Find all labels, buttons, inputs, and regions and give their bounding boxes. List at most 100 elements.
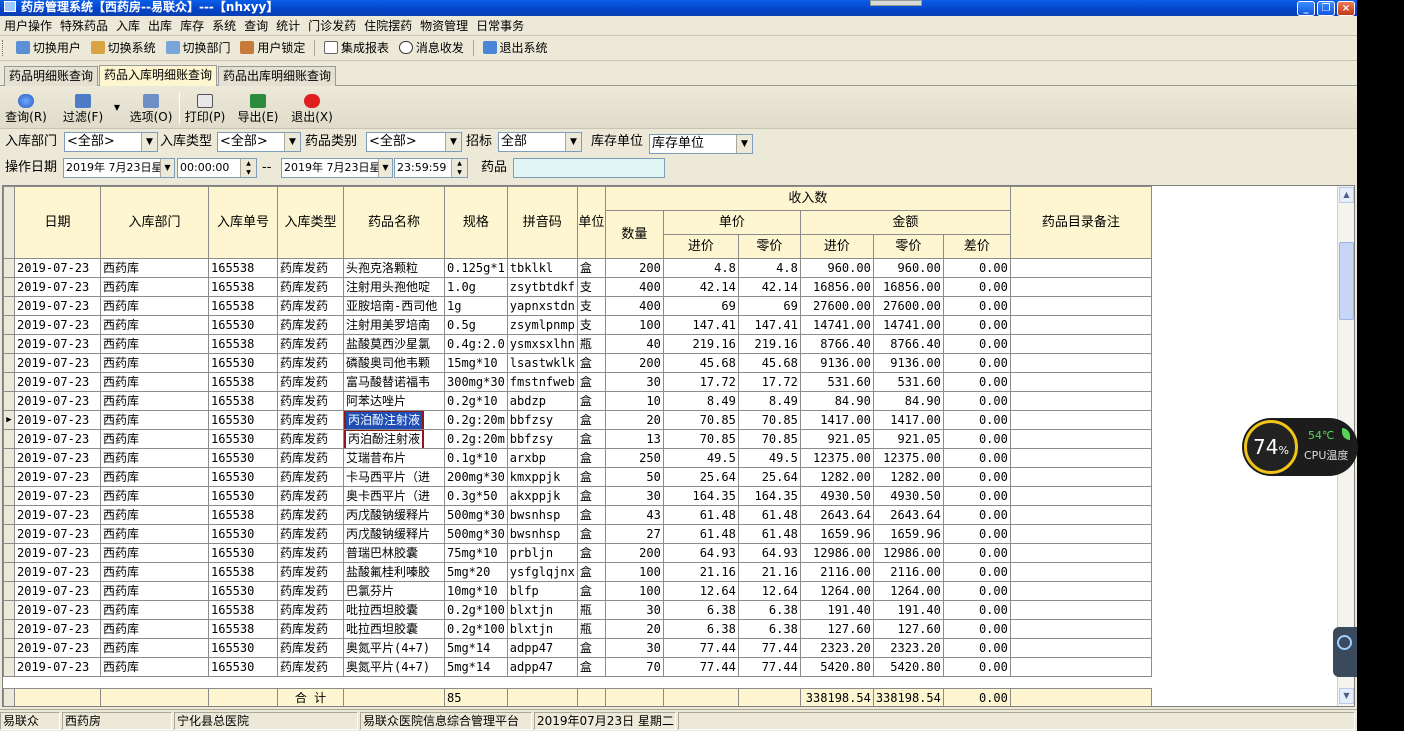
table-cell[interactable]: 20 [604, 619, 664, 639]
table-row[interactable]: 2019-07-23 西药库 165538 药库发药 注射用头孢他啶 1.0g zsytbt… [3, 277, 1152, 297]
col-type[interactable]: 入库类型 [277, 186, 344, 259]
table-cell[interactable]: 5mg*14 [444, 657, 508, 677]
dept-select[interactable]: <全部> ▼ [64, 132, 158, 152]
spin-up-icon[interactable]: ▲ [451, 159, 467, 168]
table-cell[interactable]: 0.00 [942, 467, 1011, 487]
table-cell[interactable]: 12986.00 [872, 543, 944, 563]
table-cell[interactable]: 25.64 [737, 467, 801, 487]
category-select[interactable]: <全部> ▼ [366, 132, 462, 152]
row-indicator[interactable] [3, 391, 15, 411]
table-cell[interactable]: 10mg*10 [444, 581, 508, 601]
table-cell[interactable]: 0.00 [942, 562, 1011, 582]
table-cell[interactable]: 127.60 [872, 619, 944, 639]
table-cell[interactable]: 43 [604, 505, 664, 525]
table-cell[interactable]: adpp47 [506, 657, 578, 677]
table-cell[interactable]: 2019-07-23 [14, 372, 101, 392]
table-row[interactable]: 2019-07-23 西药库 165530 药库发药 奥氮平片(4+7) 5mg*14 ad… [3, 638, 1152, 658]
row-indicator[interactable] [3, 657, 15, 677]
menu-stock[interactable]: 库存 [176, 16, 208, 36]
table-cell[interactable]: 盒 [576, 429, 606, 449]
table-cell[interactable]: 200 [604, 258, 664, 278]
table-cell[interactable]: 77.44 [737, 638, 801, 658]
row-indicator[interactable] [3, 277, 15, 297]
table-cell[interactable]: 1264.00 [872, 581, 944, 601]
table-cell[interactable]: 0.2g:20m [444, 429, 508, 449]
table-cell[interactable]: 药库发药 [277, 619, 344, 639]
table-cell[interactable]: 10 [604, 391, 664, 411]
table-cell[interactable]: 0.00 [942, 391, 1011, 411]
table-cell[interactable]: 1417.00 [872, 410, 944, 430]
table-cell[interactable]: ysfglqjnx [506, 562, 578, 582]
remark-cell[interactable] [1009, 448, 1152, 468]
table-cell[interactable]: 0.00 [942, 505, 1011, 525]
table-cell[interactable]: 30 [604, 486, 664, 506]
table-cell[interactable]: 2116.00 [872, 562, 944, 582]
table-cell[interactable]: 13 [604, 429, 664, 449]
remark-cell[interactable] [1009, 486, 1152, 506]
table-cell[interactable]: 14741.00 [799, 315, 874, 335]
table-cell[interactable]: 70.85 [662, 429, 739, 449]
table-cell[interactable]: 84.90 [799, 391, 874, 411]
table-cell[interactable]: 0.1g*10 [444, 448, 508, 468]
table-cell[interactable]: 盒 [576, 391, 606, 411]
message-button[interactable]: 消息收发 [396, 37, 467, 59]
table-cell[interactable]: 45.68 [737, 353, 801, 373]
filter-button[interactable]: 过滤(F) [58, 87, 108, 129]
menu-outbound[interactable]: 出库 [144, 16, 176, 36]
table-cell[interactable]: 盒 [576, 448, 606, 468]
table-cell[interactable]: 42.14 [737, 277, 801, 297]
report-button[interactable]: 集成报表 [321, 37, 392, 59]
table-cell[interactable]: zsymlpnmp [506, 315, 578, 335]
table-cell[interactable]: 6.38 [737, 619, 801, 639]
col-drug-name[interactable]: 药品名称 [343, 186, 445, 259]
table-cell[interactable]: 100 [604, 562, 664, 582]
table-cell[interactable]: 165530 [208, 524, 278, 544]
table-cell[interactable]: 191.40 [872, 600, 944, 620]
table-cell[interactable]: 64.93 [737, 543, 801, 563]
table-cell[interactable]: prbljn [506, 543, 578, 563]
table-cell[interactable]: 西药库 [100, 524, 209, 544]
table-cell[interactable]: 吡拉西坦胶囊 [343, 600, 445, 620]
table-cell[interactable]: 2019-07-23 [14, 600, 101, 620]
table-cell[interactable]: 西药库 [100, 353, 209, 373]
table-cell[interactable]: 2019-07-23 [14, 391, 101, 411]
table-cell[interactable]: 0.00 [942, 353, 1011, 373]
table-cell[interactable]: bbfzsy [506, 410, 578, 430]
row-indicator[interactable] [3, 429, 15, 449]
table-cell[interactable]: 1g [444, 296, 508, 316]
table-cell[interactable]: 20 [604, 410, 664, 430]
drug-input[interactable] [513, 158, 665, 178]
tab-inbound-ledger[interactable]: 药品入库明细账查询 [99, 65, 218, 86]
type-select[interactable]: <全部> ▼ [217, 132, 301, 152]
remark-cell[interactable] [1009, 429, 1152, 449]
table-cell[interactable]: 70.85 [737, 410, 801, 430]
table-row[interactable]: 2019-07-23 西药库 165530 药库发药 卡马西平片（进 200mg*30 km… [3, 467, 1152, 487]
table-cell[interactable]: 8.49 [662, 391, 739, 411]
remark-cell[interactable] [1009, 391, 1152, 411]
table-row[interactable]: 2019-07-23 西药库 165538 药库发药 阿苯达唑片 0.2g*10 abdzp… [3, 391, 1152, 411]
table-cell[interactable]: zsytbtdkf [506, 277, 578, 297]
options-button[interactable]: 选项(O) [126, 87, 176, 129]
table-cell[interactable]: 2019-07-23 [14, 543, 101, 563]
table-cell[interactable]: 西药库 [100, 296, 209, 316]
col-price-buy[interactable]: 进价 [662, 234, 739, 259]
table-row[interactable]: 2019-07-23 西药库 165538 药库发药 吡拉西坦胶囊 0.2g*100 blx… [3, 619, 1152, 639]
table-cell[interactable]: 0.2g*100 [444, 619, 508, 639]
table-cell[interactable]: bwsnhsp [506, 524, 578, 544]
menu-inpatient[interactable]: 住院摆药 [360, 16, 416, 36]
tab-outbound-ledger[interactable]: 药品出库明细账查询 [218, 66, 337, 86]
table-cell[interactable]: 2019-07-23 [14, 353, 101, 373]
table-cell[interactable]: 5mg*14 [444, 638, 508, 658]
table-cell[interactable]: 49.5 [737, 448, 801, 468]
table-cell[interactable]: 531.60 [872, 372, 944, 392]
remark-cell[interactable] [1009, 638, 1152, 658]
row-indicator[interactable] [3, 619, 15, 639]
exit-button[interactable]: 退出(X) [288, 87, 336, 129]
table-cell[interactable]: 17.72 [737, 372, 801, 392]
table-cell[interactable]: 2019-07-23 [14, 296, 101, 316]
menu-system[interactable]: 系统 [208, 16, 240, 36]
user-lock-button[interactable]: 用户锁定 [237, 37, 308, 59]
remark-cell[interactable] [1009, 467, 1152, 487]
row-indicator[interactable] [3, 486, 15, 506]
table-cell[interactable]: 盒 [576, 638, 606, 658]
